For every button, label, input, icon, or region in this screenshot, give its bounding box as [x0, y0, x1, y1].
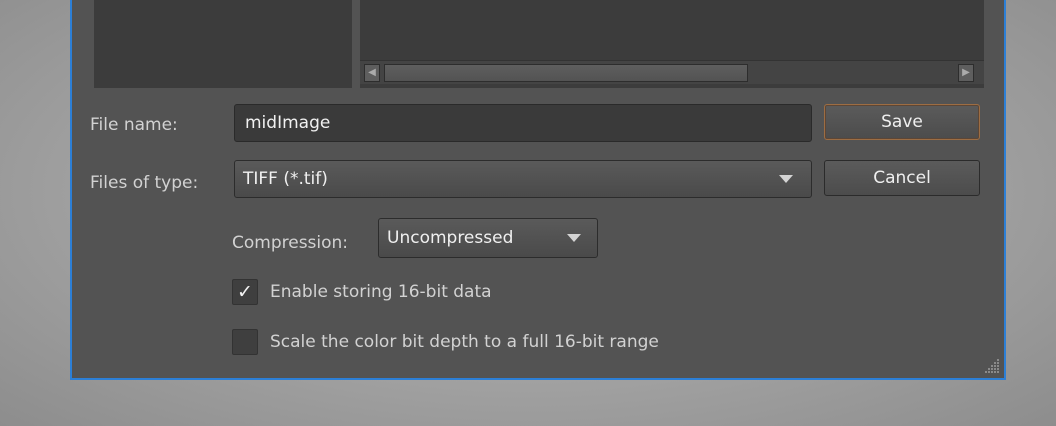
enable-16bit-checkbox[interactable]: ✓ [232, 279, 258, 305]
horizontal-scrollbar[interactable]: ◀ ▶ [360, 60, 984, 84]
scroll-left-icon[interactable]: ◀ [364, 64, 380, 82]
file-name-input[interactable]: midImage [234, 104, 812, 142]
file-list-pane[interactable]: ◀ ▶ [360, 0, 984, 88]
scroll-right-icon[interactable]: ▶ [958, 64, 974, 82]
compression-label: Compression: [232, 233, 349, 253]
save-dialog: ◀ ▶ File name: midImage Save Files of ty… [70, 0, 1006, 380]
files-of-type-label: Files of type: [90, 173, 199, 193]
places-pane[interactable] [94, 0, 352, 88]
resize-grip-icon[interactable] [984, 358, 1000, 374]
files-of-type-value: TIFF (*.tif) [243, 169, 328, 189]
save-button[interactable]: Save [824, 104, 980, 140]
files-of-type-select[interactable]: TIFF (*.tif) [234, 160, 812, 198]
compression-value: Uncompressed [387, 228, 514, 248]
cancel-button[interactable]: Cancel [824, 160, 980, 196]
compression-select[interactable]: Uncompressed [378, 218, 598, 258]
file-name-label: File name: [90, 115, 178, 135]
scrollbar-thumb[interactable] [384, 64, 748, 82]
dropdown-arrow-icon [779, 161, 793, 197]
scale-bit-depth-checkbox[interactable] [232, 329, 258, 355]
scale-bit-depth-label[interactable]: Scale the color bit depth to a full 16-b… [270, 332, 659, 352]
dropdown-arrow-icon [567, 219, 581, 257]
enable-16bit-label[interactable]: Enable storing 16-bit data [270, 282, 492, 302]
